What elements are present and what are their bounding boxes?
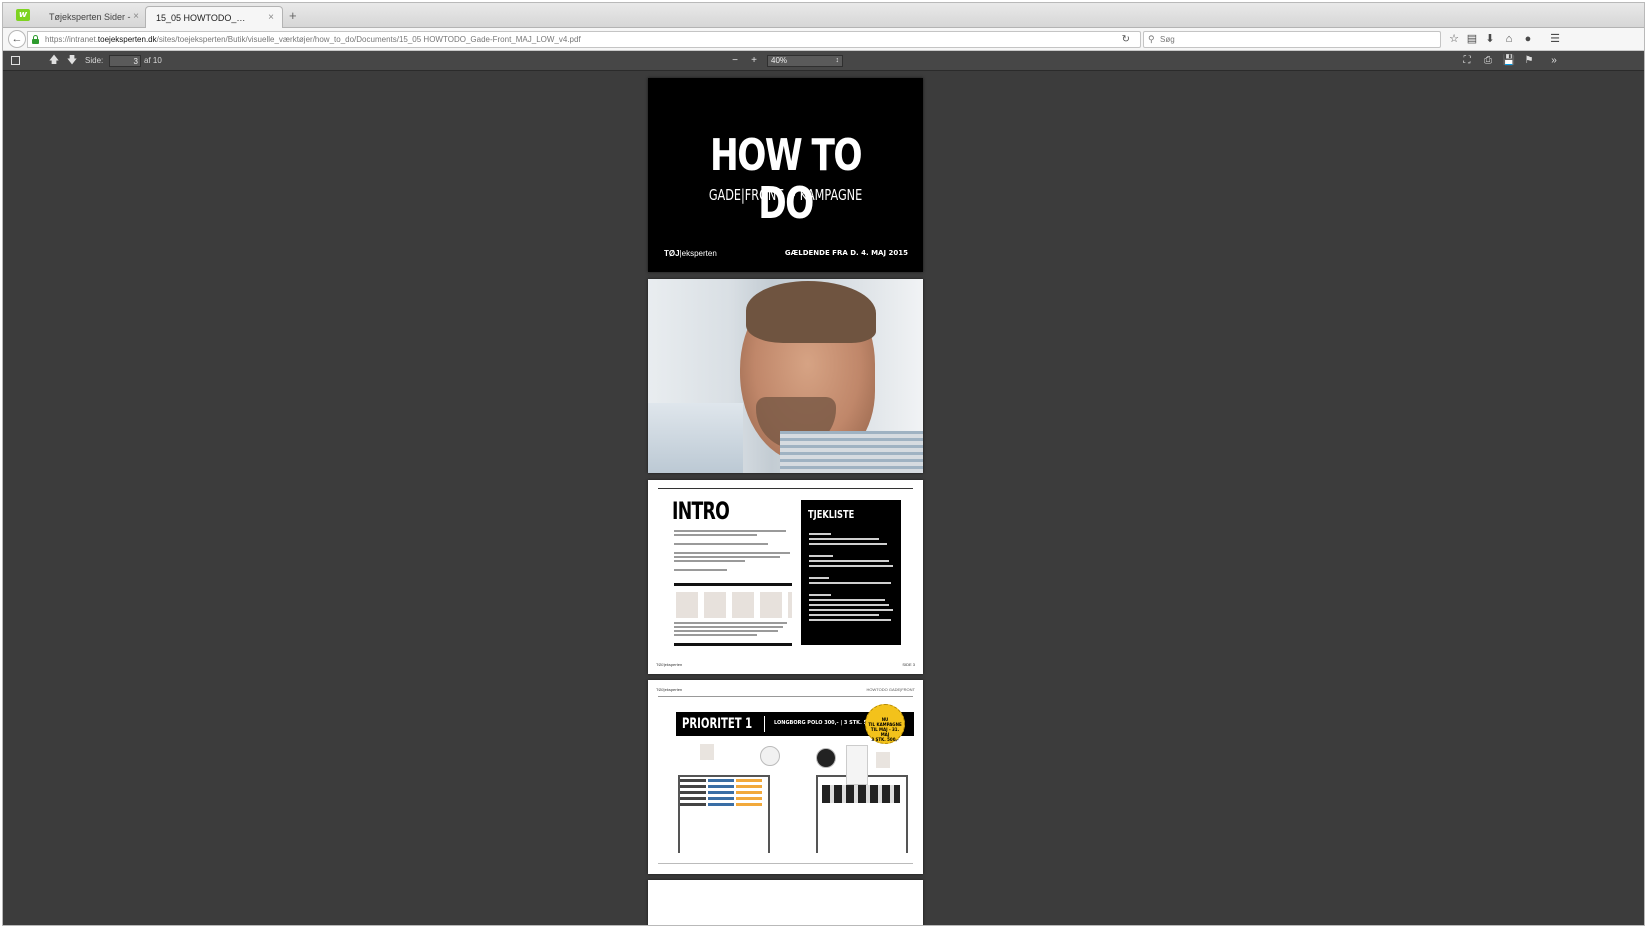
star-icon[interactable]: ☆ bbox=[1446, 31, 1462, 47]
save-icon[interactable]: 💾 bbox=[1501, 53, 1517, 69]
download-icon[interactable]: ⬇ bbox=[1482, 31, 1498, 47]
tab-strip: w Tøjeksperten Sider - × 15_05 HOWTODO_G… bbox=[3, 3, 1644, 28]
clothing-rack-left bbox=[678, 775, 770, 853]
home-icon[interactable]: ⌂ bbox=[1501, 31, 1517, 47]
print-icon[interactable]: ⎙ bbox=[1480, 53, 1496, 69]
priority-title: PRIORITET 1 bbox=[682, 716, 753, 732]
city-background-image bbox=[648, 403, 743, 473]
lock-icon bbox=[32, 35, 39, 44]
intro-footnote-text bbox=[674, 622, 792, 638]
zoom-out-icon[interactable]: − bbox=[727, 53, 743, 69]
tab-title: 15_05 HOWTODO_Gade-Front_... bbox=[156, 13, 246, 23]
logo-word: TØJ bbox=[664, 249, 680, 258]
page-label: Side: bbox=[85, 56, 104, 65]
badge-line: TIL MAJ - 31. MAJ bbox=[870, 727, 900, 737]
zoom-in-icon[interactable]: + bbox=[746, 53, 762, 69]
chat-icon[interactable]: ● bbox=[1520, 31, 1536, 47]
divider bbox=[658, 696, 913, 697]
cover-title: HOW TO DO bbox=[710, 130, 862, 229]
footer-logo-word: TØJ bbox=[656, 662, 664, 667]
product-footer-bar bbox=[674, 643, 792, 646]
close-icon[interactable]: × bbox=[268, 7, 274, 28]
w-logo-icon[interactable]: w bbox=[16, 9, 30, 21]
campaign-badge: NU TIL KAMPAGNE TIL MAJ - 31. MAJ 3 STK.… bbox=[865, 704, 905, 744]
navigation-bar: ← https://intranet.toejeksperten.dk/site… bbox=[3, 28, 1644, 51]
chevron-updown-icon: ↕ bbox=[835, 57, 840, 64]
pdf-viewer[interactable]: HOW TO DO GADE|FRONT + KAMPAGNE TØJ|eksp… bbox=[3, 71, 1644, 925]
hair-shape bbox=[746, 281, 876, 343]
valid-from-text: GÆLDENDE FRA D. 4. MAJ 2015 bbox=[784, 249, 908, 257]
reader-icon[interactable]: ▤ bbox=[1464, 31, 1480, 47]
search-bar[interactable]: ⚲ bbox=[1143, 31, 1441, 48]
cover-subtitle: GADE|FRONT + KAMPAGNE bbox=[708, 186, 863, 204]
new-tab-button[interactable]: + bbox=[289, 9, 297, 23]
url-prefix: https://intranet. bbox=[45, 35, 98, 44]
product-figure bbox=[876, 752, 890, 768]
clothing-table-right bbox=[816, 745, 908, 853]
priority-info: LONGBORG POLO 300,- | 3 STK. 500,- bbox=[774, 720, 879, 726]
checklist-box: TJEKLISTE bbox=[801, 500, 901, 645]
divider bbox=[764, 716, 765, 732]
url-host: toejeksperten.dk bbox=[97, 35, 157, 44]
brand-logo: TØJ|eksperten bbox=[664, 249, 717, 258]
pdf-page-5 bbox=[648, 880, 923, 925]
detail-circle bbox=[760, 746, 780, 766]
tab-pdf-document[interactable]: 15_05 HOWTODO_Gade-Front_... × bbox=[145, 6, 283, 28]
checklist-title: TJEKLISTE bbox=[808, 508, 855, 521]
page-header-title: HOWTODO GADE|FRONT bbox=[866, 687, 915, 692]
pdf-page-3: INTRO TJEKLISTE TØJ|eksperten SIDE 3 bbox=[648, 480, 923, 674]
striped-shirt-shape bbox=[780, 431, 923, 473]
hamburger-menu-icon[interactable]: ☰ bbox=[1547, 31, 1563, 47]
pdf-page-1: HOW TO DO GADE|FRONT + KAMPAGNE TØJ|eksp… bbox=[648, 78, 923, 272]
search-input[interactable] bbox=[1160, 33, 1430, 46]
pdf-page-4: TØJ|eksperten HOWTODO GADE|FRONT PRIORIT… bbox=[648, 680, 923, 874]
product-thumbnails bbox=[676, 592, 792, 618]
next-page-icon[interactable]: 🡇 bbox=[64, 53, 80, 69]
product-figure bbox=[700, 744, 714, 760]
tab-toejeksperten-sider[interactable]: Tøjeksperten Sider - × bbox=[39, 6, 147, 28]
zoom-value: 40% bbox=[771, 56, 788, 65]
intro-heading: INTRO bbox=[672, 497, 730, 525]
badge-line: 3 STK. 500,- bbox=[871, 737, 899, 742]
bookmark-icon[interactable]: ⚑ bbox=[1521, 53, 1537, 69]
fullscreen-icon[interactable]: ⛶ bbox=[1459, 53, 1475, 69]
pdf-page-2 bbox=[648, 279, 923, 473]
page-footer-logo: TØJ|eksperten bbox=[656, 662, 682, 667]
page-header-logo: TØJ|eksperten bbox=[656, 687, 683, 692]
divider bbox=[658, 488, 913, 489]
url-bar[interactable]: https://intranet.toejeksperten.dk/sites/… bbox=[27, 31, 1141, 48]
footer-logo-suffix: |eksperten bbox=[663, 662, 683, 667]
url-text: https://intranet.toejeksperten.dk/sites/… bbox=[45, 32, 581, 47]
logo-suffix: |eksperten bbox=[679, 249, 717, 258]
zoom-select[interactable]: 40% ↕ bbox=[767, 55, 843, 67]
page-number-input[interactable] bbox=[109, 55, 141, 67]
previous-page-icon[interactable]: 🡅 bbox=[46, 53, 62, 69]
page-total: af 10 bbox=[144, 56, 162, 65]
sidebar-toggle-icon[interactable] bbox=[8, 53, 24, 69]
intro-body-text bbox=[674, 530, 792, 573]
close-icon[interactable]: × bbox=[133, 6, 139, 28]
arrow-left-icon: ← bbox=[11, 33, 23, 45]
divider bbox=[658, 863, 913, 864]
tools-chevron-icon[interactable]: » bbox=[1546, 53, 1562, 69]
browser-window: w Tøjeksperten Sider - × 15_05 HOWTODO_G… bbox=[2, 2, 1645, 926]
product-header-bar bbox=[674, 583, 792, 586]
pdf-toolbar: 🡅 🡇 Side: af 10 − + 40% ↕ ⛶ ⎙ 💾 ⚑ » bbox=[3, 51, 1644, 71]
search-icon: ⚲ bbox=[1148, 34, 1155, 44]
back-button[interactable]: ← bbox=[8, 30, 26, 48]
detail-circle bbox=[816, 748, 836, 768]
url-path: /sites/toejeksperten/Butik/visuelle_værk… bbox=[156, 35, 581, 44]
reload-icon[interactable]: ↻ bbox=[1122, 32, 1130, 47]
page-number-text: SIDE 3 bbox=[902, 662, 915, 667]
tab-title: Tøjeksperten Sider - bbox=[49, 12, 131, 22]
